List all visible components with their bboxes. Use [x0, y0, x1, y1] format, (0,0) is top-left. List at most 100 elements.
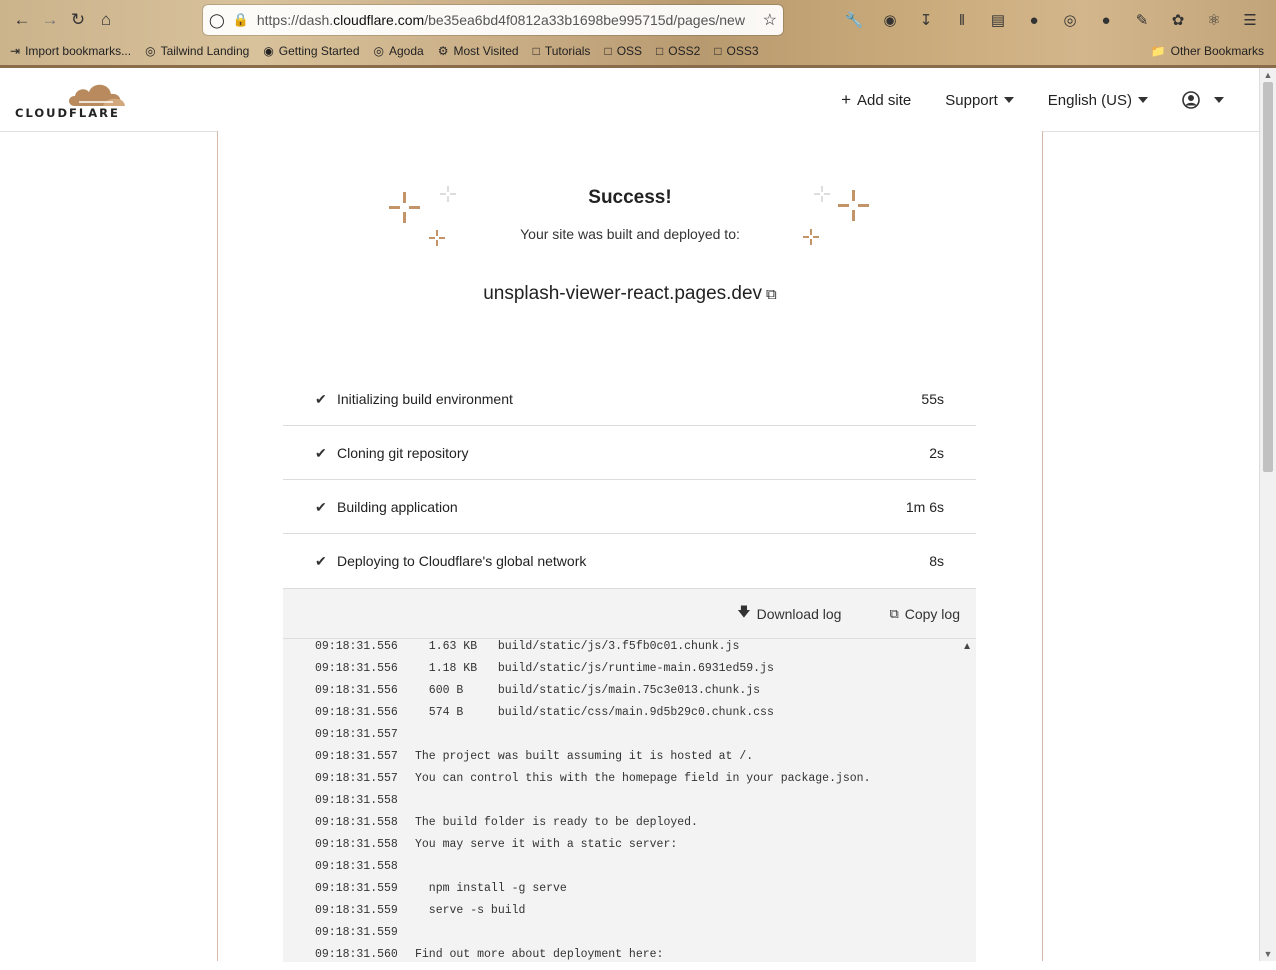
home-icon[interactable]: ⌂	[92, 6, 120, 34]
add-site-label: Add site	[857, 91, 912, 109]
cloudflare-logo[interactable]: CLOUDFLARE	[15, 80, 125, 120]
step-label: Cloning git repository	[337, 444, 469, 461]
notes-icon[interactable]: ✎	[1126, 6, 1158, 34]
checkmark-icon: ✔	[315, 552, 327, 569]
bookmark-label: OSS3	[726, 44, 759, 58]
build-step: ✔ Cloning git repository 2s	[283, 426, 976, 480]
checkmark-icon: ✔	[315, 390, 327, 407]
other-bookmarks-label: Other Bookmarks	[1170, 44, 1264, 58]
chevron-down-icon	[1138, 97, 1148, 103]
scroll-up-icon[interactable]: ▲	[1260, 68, 1276, 82]
page-scrollbar[interactable]: ▲ ▼	[1259, 68, 1276, 961]
download-log-button[interactable]: 🡇 Download log	[737, 603, 841, 625]
wrench-icon[interactable]: 🔧	[838, 6, 870, 34]
log-message: 1.63 KB build/static/js/3.f5fb0c01.chunk…	[415, 640, 740, 653]
logo-wordmark: CLOUDFLARE	[15, 106, 120, 120]
url-text: https://dash.cloudflare.com/be35ea6bd4f0…	[257, 12, 763, 28]
bookmark-label: OSS	[616, 44, 643, 58]
step-duration: 1m 6s	[905, 498, 944, 515]
success-subtitle: Your site was built and deployed to:	[520, 226, 740, 242]
reload-icon[interactable]: ↻	[64, 6, 92, 34]
log-message: You may serve it with a static server:	[415, 838, 678, 851]
bookmark-label: Import bookmarks...	[25, 44, 132, 58]
extension-icon[interactable]: ●	[1018, 6, 1050, 34]
log-line: 09:18:31.558	[315, 794, 966, 816]
step-label: Building application	[337, 498, 458, 515]
bookmark-item[interactable]: □ OSS2	[656, 44, 700, 58]
log-line: 09:18:31.556 1.18 KB build/static/js/run…	[315, 662, 966, 684]
plus-icon: +	[841, 90, 852, 109]
support-dropdown[interactable]: Support	[945, 92, 1014, 109]
other-bookmarks[interactable]: 📁 Other Bookmarks	[1151, 44, 1264, 58]
log-timestamp: 09:18:31.558	[315, 860, 398, 873]
external-link-icon: ⧉	[766, 286, 777, 303]
step-duration: 2s	[929, 444, 944, 461]
menu-icon[interactable]: ☰	[1234, 6, 1266, 34]
globe-icon: ◎	[145, 44, 156, 58]
bookmark-item[interactable]: □ OSS	[604, 44, 642, 58]
bookmark-item[interactable]: ⚙ Most Visited	[438, 44, 519, 58]
success-message: Success! Your site was built and deploye…	[218, 187, 1042, 242]
deployed-domain-label: unsplash-viewer-react.pages.dev	[483, 283, 763, 304]
cloud-icon	[69, 84, 125, 106]
vpn-icon[interactable]: ◎	[1054, 6, 1086, 34]
log-timestamp: 09:18:31.559	[315, 926, 398, 939]
gear-icon: ⚙	[437, 44, 449, 58]
checkmark-icon: ✔	[315, 444, 327, 461]
log-timestamp: 09:18:31.556	[315, 662, 398, 675]
library-icon[interactable]: ‖	[946, 6, 978, 34]
download-icon: 🡇	[737, 603, 751, 619]
bookmark-item[interactable]: ◎ Tailwind Landing	[145, 44, 249, 58]
bookmark-item[interactable]: □ Tutorials	[533, 44, 591, 58]
globe-icon: ◎	[373, 44, 384, 58]
download-icon[interactable]: ↧	[910, 6, 942, 34]
log-timestamp: 09:18:31.556	[315, 640, 398, 653]
gnome-icon[interactable]: ✿	[1162, 6, 1194, 34]
account-icon[interactable]: ●	[1090, 6, 1122, 34]
back-icon[interactable]: ←	[8, 6, 36, 34]
import-icon: ⇥	[10, 44, 21, 58]
download-log-label: Download log	[756, 605, 842, 622]
folder-icon: □	[532, 44, 540, 58]
log-toolbar: 🡇 Download log ⧉ Copy log	[283, 589, 976, 639]
bookmark-label: Agoda	[389, 44, 424, 58]
bookmark-star-icon[interactable]: ☆	[763, 10, 777, 30]
bookmark-item[interactable]: ⇥ Import bookmarks...	[10, 44, 131, 58]
shield-icon: ◯	[209, 11, 225, 28]
build-step: ✔ Initializing build environment 55s	[283, 372, 976, 426]
bookmark-item[interactable]: ◉ Getting Started	[263, 44, 359, 58]
forward-icon[interactable]: →	[36, 6, 64, 34]
log-timestamp: 09:18:31.559	[315, 882, 398, 895]
deployed-domain-link[interactable]: unsplash-viewer-react.pages.dev ⧉	[218, 283, 1042, 305]
bookmark-item[interactable]: □ OSS3	[714, 44, 758, 58]
log-message: 1.18 KB build/static/js/runtime-main.693…	[415, 662, 774, 675]
add-site-button[interactable]: + Add site	[841, 90, 911, 110]
pocket-icon[interactable]: ◉	[874, 6, 906, 34]
browser-toolbar: ← → ↻ ⌂ ◯ 🔒 https://dash.cloudflare.com/…	[0, 0, 1276, 68]
log-timestamp: 09:18:31.558	[315, 816, 398, 829]
log-line: 09:18:31.557	[315, 728, 966, 750]
log-line: 09:18:31.558	[315, 860, 966, 882]
url-bar[interactable]: ◯ 🔒 https://dash.cloudflare.com/be35ea6b…	[203, 5, 783, 35]
sidebar-icon[interactable]: ▤	[982, 6, 1014, 34]
log-message: The project was built assuming it is hos…	[415, 750, 754, 763]
user-menu[interactable]	[1182, 91, 1224, 109]
bookmark-label: Tutorials	[544, 44, 591, 58]
log-line: 09:18:31.558 The build folder is ready to…	[315, 816, 966, 838]
copy-icon: ⧉	[889, 605, 899, 621]
scroll-down-icon[interactable]: ▼	[1260, 947, 1276, 961]
log-line: 09:18:31.557 The project was built assumi…	[315, 750, 966, 772]
bookmark-item[interactable]: ◎ Agoda	[374, 44, 424, 58]
firefox-icon: ◉	[263, 44, 274, 58]
log-timestamp: 09:18:31.557	[315, 728, 398, 741]
log-timestamp: 09:18:31.558	[315, 794, 398, 807]
build-steps: ✔ Initializing build environment 55s ✔ Cloni…	[283, 372, 976, 587]
react-devtools-icon[interactable]: ⚛	[1198, 6, 1230, 34]
step-duration: 8s	[929, 552, 944, 569]
bookmark-label: Most Visited	[453, 44, 519, 58]
scrollbar-thumb[interactable]	[1263, 82, 1273, 472]
build-step: ✔ Building application 1m 6s	[283, 480, 976, 534]
language-dropdown[interactable]: English (US)	[1048, 92, 1148, 109]
language-label: English (US)	[1047, 91, 1132, 109]
copy-log-button[interactable]: ⧉ Copy log	[889, 606, 960, 622]
